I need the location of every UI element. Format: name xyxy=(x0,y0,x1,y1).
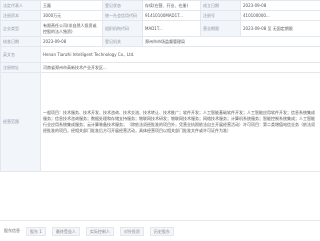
label-term: 营业期限 xyxy=(201,21,241,37)
value-scope: 一般项目：技术服务、技术开发、技术咨询、技术交流、技术转让、技术推广；软件开发；… xyxy=(41,73,320,172)
label-region: 登记机关 xyxy=(103,37,143,47)
value-credit-code: 91410100MAD1T... xyxy=(143,11,201,21)
shareholder-tab[interactable]: 股东 1 xyxy=(26,227,46,236)
value-org-code: MAD1T... xyxy=(143,21,201,37)
label-address: 注册地址 xyxy=(1,63,41,73)
value-reg-no: 410100000... xyxy=(241,11,320,21)
label-date: 成立日期 xyxy=(201,1,241,11)
label-scope: 经营范围 xyxy=(1,73,41,172)
value-date: 2023-09-08 xyxy=(241,1,320,11)
value-audit: 2023-09-08 xyxy=(41,37,103,47)
label-credit-code: 统一社会信用代码 xyxy=(103,11,143,21)
history-shareholder-tab[interactable]: 历史股东 xyxy=(150,227,174,236)
label-english: 英文名 xyxy=(1,47,41,63)
label-capital: 注册资本 xyxy=(1,11,41,21)
beneficiary-tab[interactable]: 最终受益人 xyxy=(52,227,80,236)
shareholder-label: 股东信息 xyxy=(4,228,20,234)
value-address[interactable]: 河南省郑州市高新技术产业开发区... xyxy=(41,63,320,73)
value-legal-rep[interactable]: 王磊 xyxy=(41,1,103,11)
business-info-table: 法定代表人 王磊 登记状态 存续(在营、开业、在册) 成立日期 2023-09-… xyxy=(0,0,320,172)
label-reg-no: 注册号 xyxy=(201,11,241,21)
value-english: Henan Tianzhi Intelligent Technology Co.… xyxy=(41,47,320,63)
shareholder-tabs-bar: 股东信息 股东 1 最终受益人 实际控制人 对外投资 历史股东 xyxy=(0,220,320,241)
value-capital: 3000万元 xyxy=(41,11,103,21)
label-status: 登记状态 xyxy=(103,1,143,11)
value-term: 2023-09-08 至 无固定期限 xyxy=(241,21,320,37)
investment-tab[interactable]: 对外投资 xyxy=(120,227,144,236)
label-org-code: 组织机构代码 xyxy=(103,21,143,37)
value-type: 有限责任公司(非自然人投资或控股的法人独资) xyxy=(41,21,103,37)
value-region: 郑州市市场监督管理局 xyxy=(143,37,320,47)
label-type: 企业类型 xyxy=(1,21,41,37)
label-audit: 核准日期 xyxy=(1,37,41,47)
label-legal-rep: 法定代表人 xyxy=(1,1,41,11)
value-status: 存续(在营、开业、在册) xyxy=(143,1,201,11)
controller-tab[interactable]: 实际控制人 xyxy=(86,227,114,236)
